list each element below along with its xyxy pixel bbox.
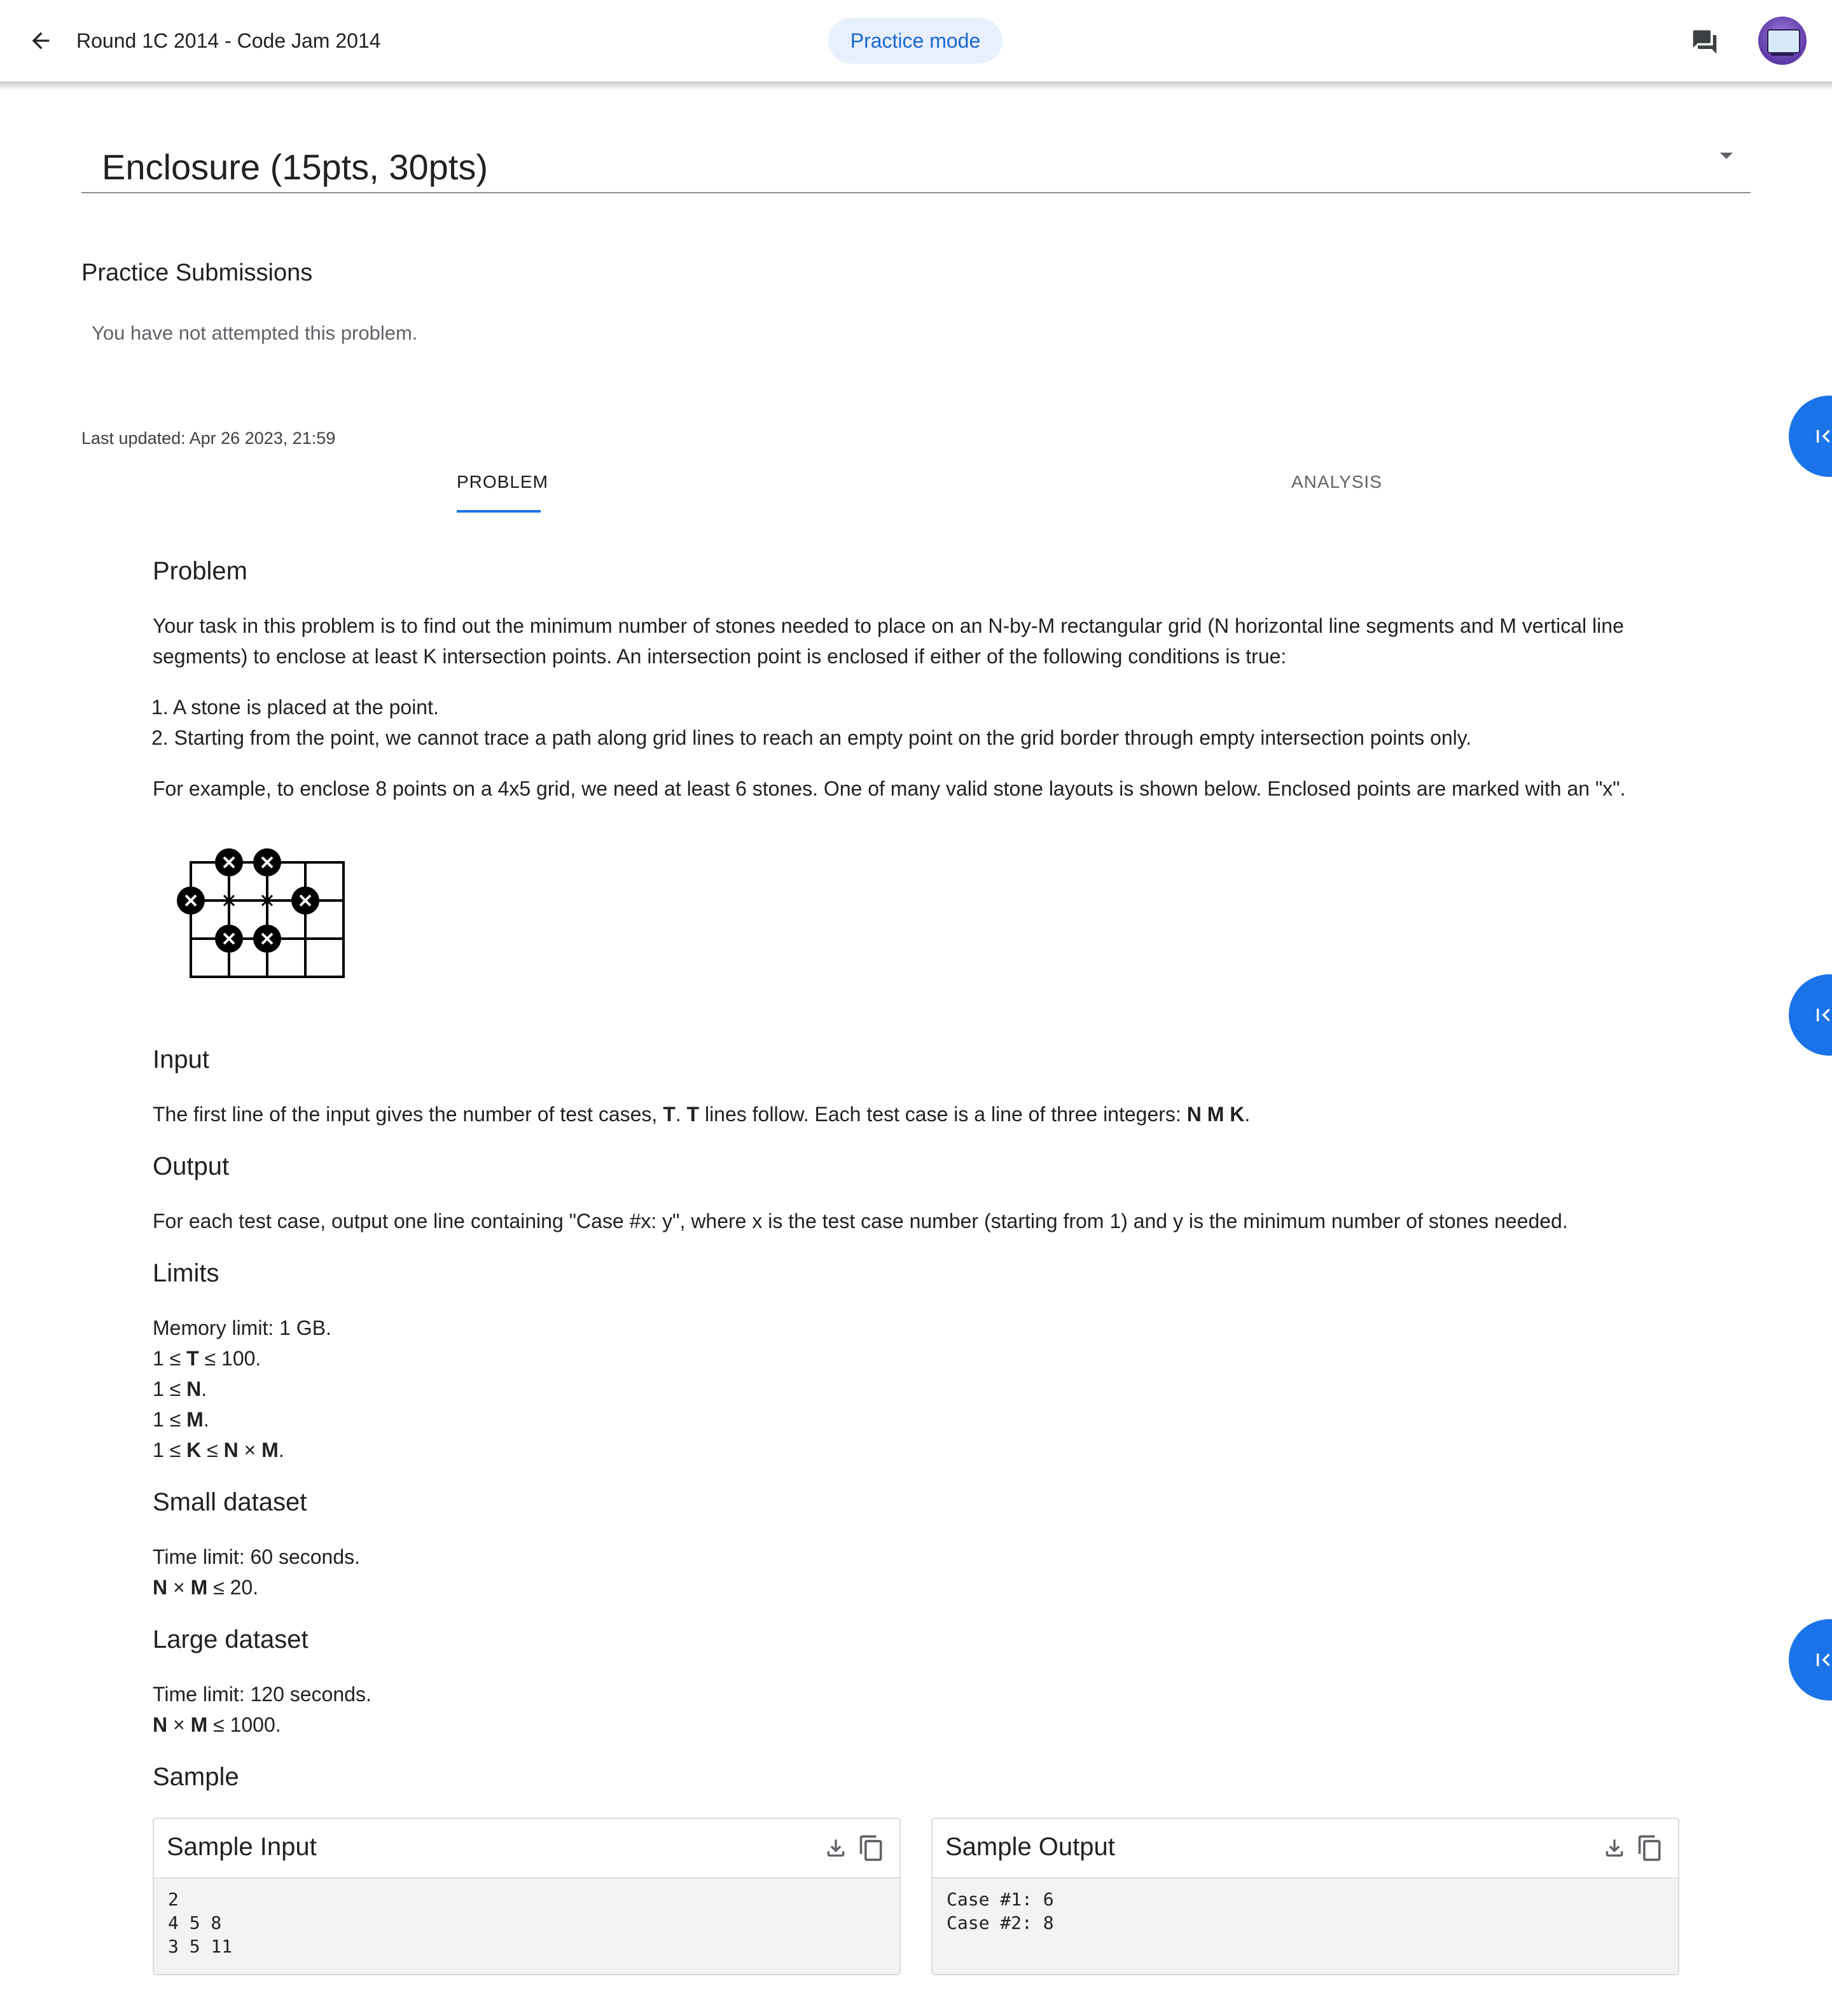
limit-line: 1 ≤ K ≤ N × M. [153,1439,284,1461]
large-dataset-limits: Time limit: 120 seconds. N × M ≤ 1000. [153,1679,371,1740]
chevron-down-icon [1720,153,1733,159]
practice-mode-chip[interactable]: Practice mode [828,18,1003,64]
limit-line: N × M ≤ 1000. [153,1713,281,1736]
sample-output-card: Sample Output Case #1: 6 Case #2: 8 [931,1818,1679,1975]
limits-list: Memory limit: 1 GB. 1 ≤ T ≤ 100. 1 ≤ N. … [153,1313,331,1465]
limit-line: Memory limit: 1 GB. [153,1316,331,1339]
arrow-back-icon [32,32,50,50]
example-grid-figure [177,848,345,978]
sample-input-title: Sample Input [167,1833,317,1861]
chat-button[interactable] [1687,25,1723,59]
limit-line: Time limit: 120 seconds. [153,1683,371,1706]
list-item: 2. Starting from the point, we cannot tr… [151,726,1472,749]
limit-line: 1 ≤ N. [153,1377,207,1400]
avatar-screen-graphic [1767,29,1800,53]
first-page-icon [1817,1009,1830,1021]
tab-analysis[interactable]: ANALYSIS [1291,472,1382,492]
code-line: Case #2: 8 [947,1912,1054,1933]
first-page-icon [1817,1654,1830,1666]
copy-icon [859,1835,882,1861]
code-line: Case #1: 6 [947,1889,1054,1910]
code-line: 3 5 11 [168,1936,233,1957]
collapse-panel-button[interactable] [1789,974,1832,1056]
problem-heading: Problem [153,557,247,585]
problem-intro-line: segments) to enclose at least K intersec… [153,645,1287,668]
download-icon [827,1839,845,1857]
sample-heading: Sample [153,1763,239,1791]
grid-lines [190,861,345,978]
top-app-bar-shadow [0,81,1832,90]
sample-output-header: Sample Output [933,1819,1678,1879]
output-text: For each test case, output one line cont… [153,1210,1568,1232]
limit-line: 1 ≤ T ≤ 100. [153,1347,261,1370]
collapse-panel-button[interactable] [1789,396,1832,477]
input-heading: Input [153,1046,209,1074]
list-item: 1. A stone is placed at the point. [151,696,439,719]
download-icon [1606,1839,1623,1857]
problem-intro-line: Your task in this problem is to find out… [153,614,1624,637]
problem-select-value: Enclosure (15pts, 30pts) [102,147,488,187]
sample-input-content: 24 5 8 3 5 11 [168,1888,232,1958]
forum-icon [1693,30,1717,54]
input-text: The first line of the input gives the nu… [153,1103,1251,1126]
limit-line: 1 ≤ M. [153,1408,209,1431]
sample-output-content: Case #1: 6 Case #2: 8 [947,1888,1054,1935]
sample-input-header: Sample Input [154,1819,899,1879]
download-sample-input-button[interactable] [821,1830,851,1866]
avatar[interactable] [1758,17,1807,65]
code-line: 4 5 8 [168,1912,222,1933]
sample-input-body: 24 5 8 3 5 11 [154,1879,899,1974]
limits-heading: Limits [153,1259,219,1287]
problem-intro: Your task in this problem is to find out… [153,611,1692,672]
last-updated: Last updated: Apr 26 2023, 21:59 [81,429,336,448]
copy-icon [1638,1835,1661,1861]
sample-output-title: Sample Output [945,1833,1115,1861]
limit-line: N × M ≤ 20. [153,1576,259,1599]
download-sample-output-button[interactable] [1599,1830,1630,1866]
practice-submissions-heading: Practice Submissions [81,259,313,286]
first-page-icon [1817,430,1830,443]
code-line: 2 [168,1889,179,1910]
active-tab-indicator [457,510,541,513]
small-dataset-heading: Small dataset [153,1488,307,1516]
sample-output-body: Case #1: 6 Case #2: 8 [933,1879,1678,1974]
copy-sample-output-button[interactable] [1635,1830,1665,1866]
sample-input-card: Sample Input 24 5 8 3 5 11 [153,1818,901,1975]
copy-sample-input-button[interactable] [856,1830,887,1866]
problem-select[interactable]: Enclosure (15pts, 30pts) [81,134,1751,193]
conditions-list: 1. A stone is placed at the point. 2. St… [151,692,1471,753]
submissions-empty-text: You have not attempted this problem. [92,322,418,344]
tab-problem[interactable]: PROBLEM [457,472,548,492]
avatar-base-graphic [1771,52,1794,56]
back-button[interactable] [23,24,59,57]
small-dataset-limits: Time limit: 60 seconds. N × M ≤ 20. [153,1542,360,1603]
limit-line: Time limit: 60 seconds. [153,1545,361,1568]
collapse-panel-button[interactable] [1789,1619,1832,1701]
example-text: For example, to enclose 8 points on a 4x… [153,777,1626,800]
output-heading: Output [153,1152,230,1180]
contest-title: Round 1C 2014 - Code Jam 2014 [76,29,381,52]
large-dataset-heading: Large dataset [153,1626,309,1654]
